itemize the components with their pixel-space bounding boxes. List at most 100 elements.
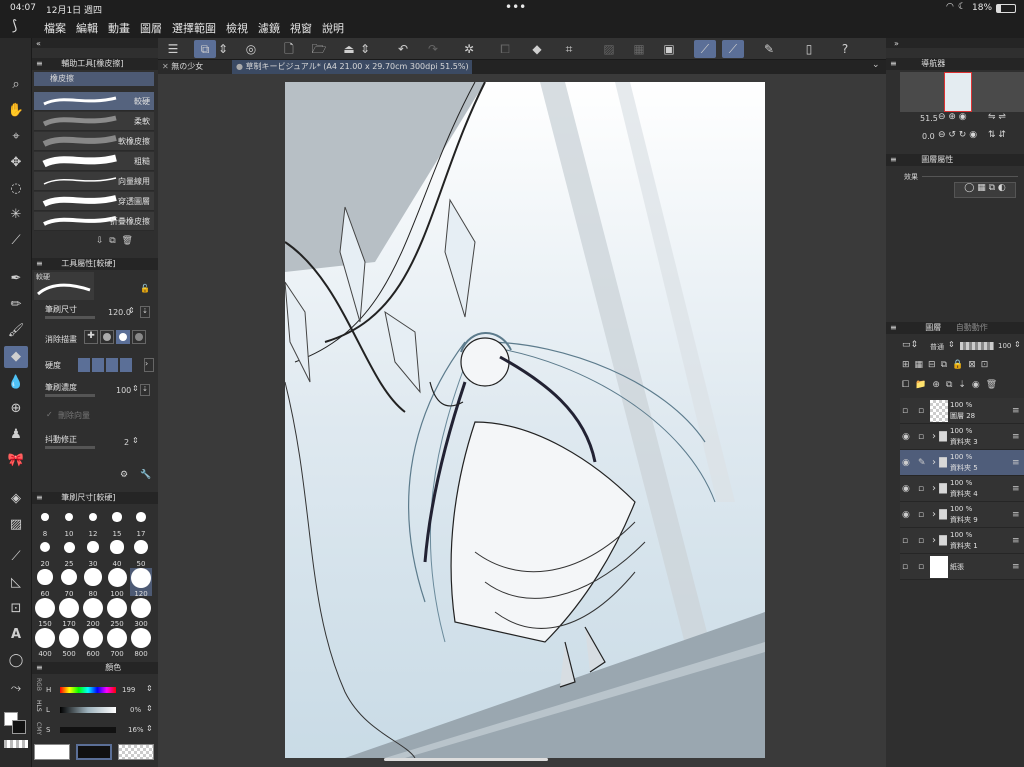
target-icon[interactable]: ◎ [240, 40, 262, 58]
menu-selection[interactable]: 選擇範圍 [172, 20, 216, 36]
gradient-icon[interactable]: ▨ [4, 514, 28, 536]
fill-bucket-icon[interactable]: ◈ [4, 488, 28, 510]
layer-row[interactable]: ◉ ▫ › ▇ 100 % 資料夾 9 ≡ [900, 502, 1024, 528]
subtool-group-eraser[interactable]: 橡皮擦 [34, 72, 154, 86]
stepper-icon[interactable]: ⇕ [128, 306, 135, 315]
line-icon[interactable]: ⟋ [4, 546, 28, 568]
drag-handle-icon[interactable]: ≡ [1012, 536, 1020, 546]
settings-icon[interactable]: ⚙ [120, 470, 128, 480]
edit-pen-icon[interactable]: ✎ [918, 458, 926, 468]
layer-row[interactable]: ◉ ✎ › ▇ 100 % 資料夾 5 ≡ [900, 450, 1024, 476]
ruler-pen-icon[interactable]: ⟋ [694, 40, 716, 58]
saturation-value[interactable]: 16% [128, 726, 144, 734]
invert-icon[interactable]: ▣ [658, 40, 680, 58]
lock-slot-icon[interactable]: ▫ [918, 536, 924, 546]
brush-size-option[interactable]: 12 [82, 508, 104, 538]
lasso-icon[interactable]: ◌ [4, 178, 28, 200]
transparent-color-chip[interactable] [118, 744, 154, 760]
layers-tab[interactable]: 圖層 [925, 323, 941, 332]
copy-icon[interactable]: ⧠ [494, 40, 516, 58]
move-icon[interactable]: ✥ [4, 152, 28, 174]
download-icon[interactable]: ⇩ [96, 236, 104, 246]
undo-icon[interactable]: ↶ [392, 40, 414, 58]
navigator-rotation-value[interactable]: 0.0 [922, 132, 935, 141]
lock-slot-icon[interactable]: ▫ [918, 432, 924, 442]
transparent-swatch[interactable] [4, 740, 28, 748]
save-options-icon[interactable]: ⇕ [360, 40, 370, 58]
pressure-icon[interactable]: ⇣ [140, 384, 150, 396]
menu-view[interactable]: 檢視 [226, 20, 248, 36]
brush-size-option[interactable]: 400 [34, 628, 56, 658]
text-icon[interactable]: A [4, 624, 28, 646]
eye-icon[interactable]: ◉ [902, 484, 910, 494]
deselect-icon[interactable]: ▦ [628, 40, 650, 58]
brush-size-option[interactable]: 10 [58, 508, 80, 538]
stepper-icon[interactable]: ⇕ [1014, 340, 1021, 349]
lock-icon[interactable]: 🔓 [140, 284, 150, 293]
menu-window[interactable]: 視窗 [290, 20, 312, 36]
drag-handle-icon[interactable]: ≡ [1012, 562, 1020, 572]
hamburger-icon[interactable]: ☰ [162, 40, 184, 58]
brush-size-option[interactable]: 100 [106, 568, 128, 598]
menu-icon[interactable]: ≡ [36, 493, 43, 502]
brush-size-option[interactable]: 700 [106, 628, 128, 658]
drag-handle-icon[interactable]: ≡ [1012, 406, 1020, 416]
brush-size-option[interactable]: 120 [130, 568, 152, 598]
redo-icon[interactable]: ↷ [422, 40, 444, 58]
menu-animation[interactable]: 動畫 [108, 20, 130, 36]
layer-row[interactable]: ◉ ▫ › ▇ 100 % 資料夾 4 ≡ [900, 476, 1024, 502]
drag-handle-icon[interactable]: ≡ [1012, 510, 1020, 520]
navigator-rotate-controls[interactable]: ⊖ ↺ ↻ ◉ [938, 130, 977, 140]
flip-icon[interactable]: ⇋ ⇌ [988, 112, 1006, 122]
rgb-mode-tab[interactable]: RGB [35, 678, 42, 691]
stepper-icon[interactable]: ⇕ [146, 724, 153, 733]
brush-size-option[interactable]: 250 [106, 598, 128, 628]
navigator-viewport[interactable] [944, 72, 972, 112]
lightness-value[interactable]: 0% [130, 706, 141, 714]
brush-hard[interactable]: 較硬 [34, 92, 154, 111]
hand-icon[interactable]: ✋ [4, 100, 28, 122]
navigator-preview[interactable] [900, 72, 1024, 112]
lock-slot-icon[interactable]: ▫ [918, 406, 924, 416]
brush-size-option[interactable]: 60 [34, 568, 56, 598]
brush-soft-eraser[interactable]: 軟橡皮擦 [34, 132, 154, 151]
tool-preset-preview[interactable]: 較硬 [34, 272, 94, 300]
open-folder-icon[interactable]: 🗁 [308, 40, 330, 58]
tip-hard-icon[interactable] [116, 330, 130, 344]
trash-icon[interactable]: 🗑 [121, 236, 132, 246]
cmy-mode-tab[interactable]: CMY [35, 722, 42, 735]
brush-size-option[interactable]: 170 [58, 598, 80, 628]
menu-icon[interactable]: ≡ [890, 155, 897, 164]
ruler-icon[interactable]: ◺ [4, 572, 28, 594]
tip-cross-icon[interactable]: ✚ [84, 330, 98, 344]
brush-icon[interactable]: 🖌 [4, 320, 28, 342]
brush-size-option[interactable]: 150 [34, 598, 56, 628]
brush-size-option[interactable]: 50 [130, 538, 152, 568]
density-value[interactable]: 100 [116, 386, 131, 395]
decoration-icon[interactable]: 🎀 [4, 450, 28, 472]
main-color-chip[interactable] [34, 744, 70, 760]
effect-buttons[interactable]: ◯ ▦ ⧉ ◐ [954, 182, 1016, 198]
magic-wand-icon[interactable]: ✳ [4, 204, 28, 226]
figure-icon[interactable]: ♟ [4, 424, 28, 446]
sub-color-swatch[interactable] [12, 720, 26, 734]
stepper-icon[interactable]: ⇕ [132, 384, 139, 393]
lock-slot-icon[interactable]: ▫ [918, 510, 924, 520]
layer-toolbar-top[interactable]: ⊞▦⊟⧉🔒⊠⊡ [902, 360, 993, 370]
layer-toolbar-bottom[interactable]: ⧠📁⊕⧉⇣◉🗑 [902, 380, 1003, 390]
saturation-slider[interactable] [60, 727, 116, 733]
menu-layer[interactable]: 圖層 [140, 20, 162, 36]
help-icon[interactable]: ? [834, 40, 856, 58]
updown-icon[interactable]: ⇕ [218, 40, 228, 58]
artwork-canvas[interactable] [285, 82, 765, 758]
hidden-eye-icon[interactable]: ▫ [902, 406, 908, 416]
brush-size-option[interactable]: 17 [130, 508, 152, 538]
zoom-icon[interactable]: ⌕ [4, 74, 28, 96]
transform-icon[interactable]: ⌗ [558, 40, 580, 58]
menu-icon[interactable]: ≡ [36, 663, 43, 672]
layer-row[interactable]: ▫ ▫ 100 % 圖層 28 ≡ [900, 398, 1024, 424]
eye-icon[interactable]: ◉ [902, 458, 910, 468]
eye-icon[interactable]: ◉ [902, 432, 910, 442]
brush-size-option[interactable]: 200 [82, 598, 104, 628]
auto-action-tab[interactable]: 自動動作 [956, 323, 988, 332]
